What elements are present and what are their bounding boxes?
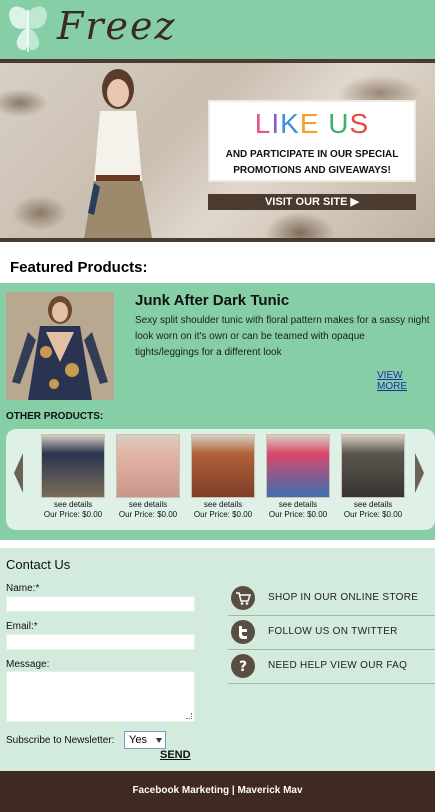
chevron-down-icon (156, 738, 162, 743)
newsletter-label: Subscribe to Newsletter: (6, 735, 115, 746)
featured-heading: Featured Products: (10, 259, 148, 276)
product-price: Our Price: $0.00 (118, 510, 178, 519)
like-us-subtitle-line1: AND PARTICIPATE IN OUR SPECIAL (225, 149, 399, 160)
question-icon: ? (231, 654, 255, 678)
like-us-letter: S (349, 108, 370, 139)
twitter-icon (231, 620, 255, 644)
newsletter-value: Yes (129, 734, 147, 746)
like-us-letter: L (254, 108, 272, 139)
shop-online-label: SHOP IN OUR ONLINE STORE (268, 592, 419, 603)
featured-product-image[interactable] (6, 292, 114, 400)
logo-text[interactable]: Freez (57, 4, 177, 48)
cart-icon (231, 586, 255, 610)
model-photo (84, 69, 152, 238)
featured-product: Junk After Dark Tunic Sexy split shoulde… (0, 283, 435, 403)
promo-banner: LIKE US AND PARTICIPATE IN OUR SPECIAL P… (0, 59, 435, 242)
svg-text:?: ? (239, 659, 247, 674)
footer-separator: | (231, 785, 235, 796)
product-price: Our Price: $0.00 (343, 510, 403, 519)
featured-product-title[interactable]: Junk After Dark Tunic (135, 292, 289, 309)
contact-title: Contact Us (6, 557, 71, 572)
name-field[interactable] (6, 596, 195, 612)
like-us-letter: K (280, 108, 300, 139)
product-card[interactable]: see details Our Price: $0.00 (38, 434, 108, 520)
footer: Facebook Marketing | Maverick Mav (0, 771, 435, 812)
visit-site-button[interactable]: VISIT OUR SITE ▶ (208, 194, 416, 210)
footer-text: Facebook Marketing | Maverick Mav (0, 785, 435, 796)
product-card[interactable]: see details Our Price: $0.00 (263, 434, 333, 520)
like-us-letter (320, 108, 329, 139)
like-us-letter: I (271, 108, 281, 139)
product-card[interactable]: see details Our Price: $0.00 (113, 434, 183, 520)
message-label: Message: (6, 659, 50, 670)
product-carousel: see details Our Price: $0.00 see details Ou… (6, 429, 435, 530)
footer-link-maverick[interactable]: Maverick Mav (238, 785, 303, 796)
twitter-link[interactable]: FOLLOW US ON TWITTER (228, 616, 435, 650)
resize-handle-icon[interactable] (186, 713, 192, 719)
like-us-title: LIKE US (210, 108, 414, 140)
see-details-link[interactable]: see details (338, 500, 408, 510)
view-more-link[interactable]: VIEW MORE (377, 370, 435, 392)
product-image[interactable] (116, 434, 180, 498)
shop-online-link[interactable]: SHOP IN OUR ONLINE STORE (228, 582, 435, 616)
see-details-link[interactable]: see details (263, 500, 333, 510)
product-price: Our Price: $0.00 (268, 510, 328, 519)
carousel-prev-arrow-icon[interactable] (14, 453, 23, 493)
like-us-box: LIKE US AND PARTICIPATE IN OUR SPECIAL P… (208, 100, 416, 182)
like-us-letter: E (299, 108, 320, 139)
like-us-subtitle-line2: PROMOTIONS AND GIVEAWAYS! (233, 165, 391, 176)
visit-site-label: VISIT OUR SITE (264, 196, 348, 208)
product-card[interactable]: see details Our Price: $0.00 (188, 434, 258, 520)
product-image[interactable] (41, 434, 105, 498)
like-us-letter: U (328, 108, 350, 139)
other-products-label: OTHER PRODUCTS: (6, 411, 104, 422)
faq-label: NEED HELP VIEW OUR FAQ (268, 660, 408, 671)
email-field[interactable] (6, 634, 195, 650)
butterfly-logo-icon (9, 6, 47, 52)
product-image[interactable] (191, 434, 255, 498)
send-button[interactable]: SEND (160, 749, 191, 761)
newsletter-select[interactable]: Yes (124, 731, 166, 749)
product-image[interactable] (341, 434, 405, 498)
product-image[interactable] (266, 434, 330, 498)
featured-product-description: Sexy split shoulder tunic with floral pa… (135, 315, 430, 358)
carousel-next-arrow-icon[interactable] (415, 453, 424, 493)
see-details-link[interactable]: see details (188, 500, 258, 510)
twitter-label: FOLLOW US ON TWITTER (268, 626, 398, 637)
product-card[interactable]: see details Our Price: $0.00 (338, 434, 408, 520)
see-details-link[interactable]: see details (38, 500, 108, 510)
see-details-link[interactable]: see details (113, 500, 183, 510)
header: Freez (0, 0, 435, 59)
product-price: Our Price: $0.00 (193, 510, 253, 519)
name-label: Name:* (6, 583, 40, 594)
email-label: Email:* (6, 621, 38, 632)
other-products-section: OTHER PRODUCTS: see details Our Price: $0… (0, 403, 435, 540)
footer-link-facebook[interactable]: Facebook Marketing (132, 785, 229, 796)
contact-section: Contact Us Name:* Email:* Message: Subsc… (0, 548, 435, 771)
faq-link[interactable]: ? NEED HELP VIEW OUR FAQ (228, 650, 435, 684)
message-field[interactable] (6, 671, 195, 722)
product-price: Our Price: $0.00 (43, 510, 103, 519)
play-arrow-icon: ▶ (350, 196, 360, 208)
like-us-subtitle: AND PARTICIPATE IN OUR SPECIAL PROMOTION… (210, 147, 414, 179)
